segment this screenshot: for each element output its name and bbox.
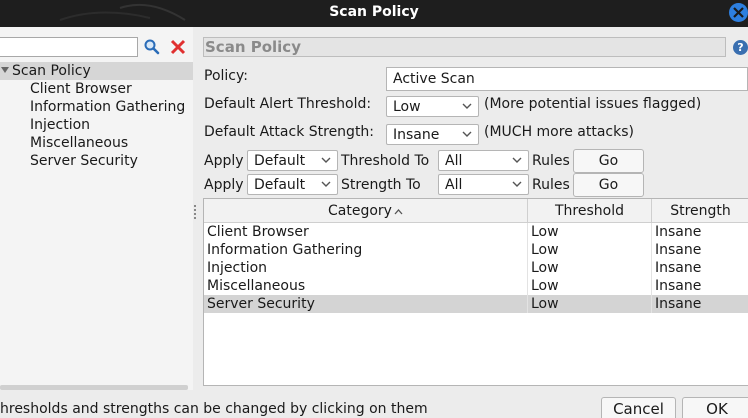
column-header-category[interactable]: Category: [204, 199, 528, 223]
strength-cell[interactable]: Insane: [655, 241, 701, 259]
alert-threshold-note: (More potential issues flagged): [484, 96, 702, 112]
strength-rules-label: Rules: [532, 177, 570, 193]
column-header-category-label: Category: [328, 203, 392, 219]
column-header-strength-label: Strength: [670, 203, 731, 219]
table-row[interactable]: Information Gathering Low Insane: [204, 241, 748, 259]
strength-to-value: All: [445, 177, 463, 193]
policy-name-field[interactable]: Active Scan: [386, 67, 748, 91]
chevron-down-icon: [462, 103, 472, 109]
strength-cell[interactable]: Insane: [655, 295, 701, 313]
tree-root-scan-policy[interactable]: Scan Policy: [0, 62, 193, 80]
strength-cell[interactable]: Insane: [655, 277, 701, 295]
column-header-threshold-label: Threshold: [555, 203, 624, 219]
chevron-down-icon: [321, 157, 331, 163]
expand-arrow-icon[interactable]: [1, 67, 9, 73]
table-header: Category Threshold Strength: [204, 199, 748, 223]
tree-item-miscellaneous[interactable]: Miscellaneous: [30, 134, 128, 152]
table-row[interactable]: Injection Low Insane: [204, 259, 748, 277]
attack-strength-note: (MUCH more attacks): [484, 124, 634, 140]
apply-threshold-from-select[interactable]: Default: [247, 150, 338, 171]
strength-cell[interactable]: Insane: [655, 259, 701, 277]
threshold-cell[interactable]: Low: [531, 277, 559, 295]
tree-item-server-security[interactable]: Server Security: [30, 152, 138, 170]
category-cell: Information Gathering: [207, 242, 363, 258]
title-bar: Scan Policy: [0, 0, 748, 27]
threshold-rules-label: Rules: [532, 153, 570, 169]
column-header-threshold[interactable]: Threshold: [528, 199, 652, 223]
policy-name-value: Active Scan: [393, 71, 475, 87]
chevron-down-icon: [512, 181, 522, 187]
attack-strength-label: Default Attack Strength:: [204, 124, 375, 140]
alert-threshold-select[interactable]: Low: [386, 96, 479, 117]
table-row[interactable]: Client Browser Low Insane: [204, 223, 748, 241]
threshold-to-select[interactable]: All: [438, 150, 529, 171]
category-cell: Miscellaneous: [207, 278, 306, 294]
column-divider: [651, 223, 652, 313]
threshold-to-value: All: [445, 153, 463, 169]
category-cell: Injection: [207, 260, 268, 276]
close-button[interactable]: [729, 3, 748, 22]
panel-header: Scan Policy: [203, 37, 726, 57]
apply-strength-label: Apply: [204, 177, 244, 193]
threshold-cell[interactable]: Low: [531, 223, 559, 241]
cancel-button[interactable]: Cancel: [601, 397, 676, 418]
apply-strength-go-button[interactable]: Go: [573, 173, 644, 197]
threshold-cell[interactable]: Low: [531, 259, 559, 277]
ok-button[interactable]: OK: [682, 397, 748, 418]
threshold-cell[interactable]: Low: [531, 241, 559, 259]
chevron-down-icon: [512, 157, 522, 163]
threshold-cell[interactable]: Low: [531, 295, 559, 313]
apply-strength-from-select[interactable]: Default: [247, 174, 338, 195]
category-cell: Server Security: [207, 296, 315, 312]
search-icon[interactable]: [143, 38, 161, 56]
table-row[interactable]: Miscellaneous Low Insane: [204, 277, 748, 295]
attack-strength-select[interactable]: Insane: [386, 124, 479, 145]
strength-to-label: Strength To: [341, 177, 421, 193]
close-icon: [733, 7, 744, 18]
category-table: Category Threshold Strength Client Brows…: [203, 198, 748, 386]
strength-to-select[interactable]: All: [438, 174, 529, 195]
table-row-selected[interactable]: Server Security Low Insane: [204, 295, 748, 313]
threshold-to-label: Threshold To: [341, 153, 430, 169]
apply-threshold-label: Apply: [204, 153, 244, 169]
strength-cell[interactable]: Insane: [655, 223, 701, 241]
chevron-down-icon: [321, 181, 331, 187]
policy-label: Policy:: [204, 68, 248, 84]
category-cell: Client Browser: [207, 224, 309, 240]
column-header-strength[interactable]: Strength: [652, 199, 748, 223]
clear-icon[interactable]: [170, 39, 186, 55]
tree-item-injection[interactable]: Injection: [30, 116, 90, 134]
sort-ascending-icon: [394, 208, 403, 214]
column-divider: [527, 223, 528, 313]
help-icon[interactable]: ?: [733, 40, 748, 55]
tree-root-label: Scan Policy: [12, 63, 91, 79]
window-title: Scan Policy: [329, 4, 419, 20]
apply-threshold-from-value: Default: [254, 153, 306, 169]
status-text: hresholds and strengths can be changed b…: [0, 401, 428, 417]
attack-strength-value: Insane: [393, 127, 440, 143]
alert-threshold-value: Low: [393, 99, 421, 115]
chevron-down-icon: [462, 131, 472, 137]
apply-strength-from-value: Default: [254, 177, 306, 193]
tree-item-information-gathering[interactable]: Information Gathering: [30, 98, 185, 116]
alert-threshold-label: Default Alert Threshold:: [204, 96, 372, 112]
tree-item-client-browser[interactable]: Client Browser: [30, 80, 132, 98]
search-input[interactable]: [0, 37, 138, 57]
panel-header-title: Scan Policy: [205, 38, 301, 56]
apply-threshold-go-button[interactable]: Go: [573, 149, 644, 173]
